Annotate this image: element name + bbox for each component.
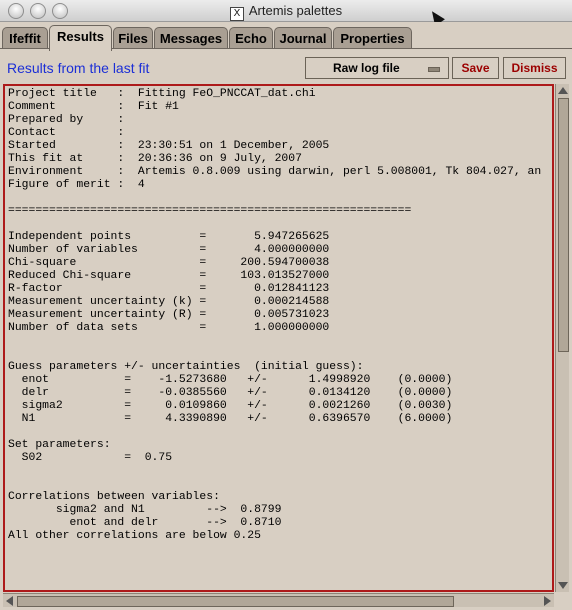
log-text-area[interactable]: Project title : Fitting FeO_PNCCAT_dat.c…: [3, 84, 554, 592]
vertical-scrollbar[interactable]: [555, 84, 569, 592]
results-heading: Results from the last fit: [7, 60, 150, 76]
window-title-area: X Artemis palettes: [0, 3, 572, 21]
tab-properties[interactable]: Properties: [333, 27, 412, 49]
scroll-down-arrow-icon[interactable]: [558, 582, 568, 589]
tab-echo[interactable]: Echo: [229, 27, 273, 49]
log-text: Project title : Fitting FeO_PNCCAT_dat.c…: [8, 88, 542, 542]
scroll-up-arrow-icon[interactable]: [558, 87, 568, 94]
save-button[interactable]: Save: [452, 57, 499, 79]
tab-ifeffit[interactable]: Ifeffit: [2, 27, 48, 49]
tab-files[interactable]: Files: [113, 27, 153, 49]
vertical-scroll-thumb[interactable]: [558, 98, 569, 352]
scroll-right-arrow-icon[interactable]: [544, 596, 551, 606]
tab-journal[interactable]: Journal: [274, 27, 332, 49]
horizontal-scrollbar[interactable]: [3, 593, 554, 607]
palettes-window: Ifeffit Results Files Messages Echo Jour…: [0, 22, 572, 610]
dismiss-button[interactable]: Dismiss: [503, 57, 566, 79]
scroll-left-arrow-icon[interactable]: [6, 596, 13, 606]
log-type-dropdown[interactable]: Raw log file: [305, 57, 449, 79]
horizontal-scroll-thumb[interactable]: [17, 596, 454, 607]
x11-icon: X: [229, 7, 244, 21]
tab-messages[interactable]: Messages: [154, 27, 228, 49]
tab-results[interactable]: Results: [49, 25, 112, 51]
dropdown-value: Raw log file: [333, 61, 400, 75]
dropdown-indicator-icon: [428, 67, 440, 72]
window-title: Artemis palettes: [248, 3, 343, 18]
title-bar: X Artemis palettes: [0, 0, 572, 22]
